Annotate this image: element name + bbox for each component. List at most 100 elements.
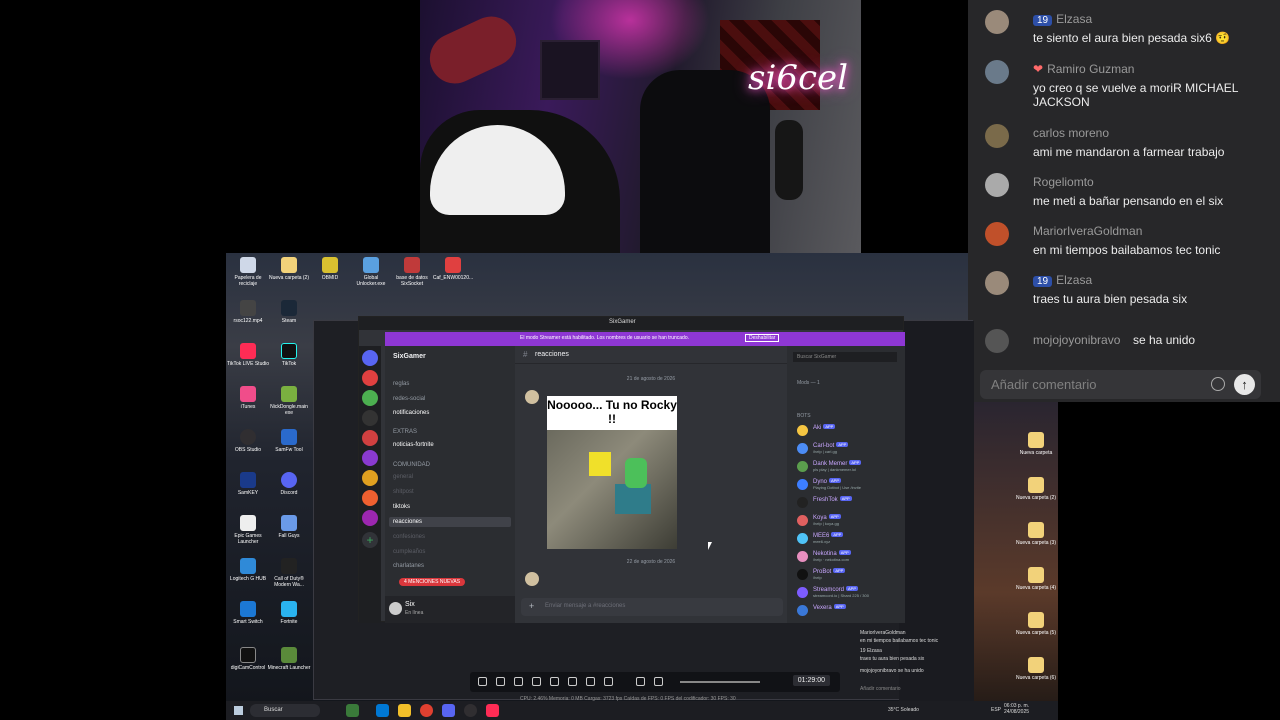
member-item[interactable]: MEE6 APP mee6.xyz [797, 532, 902, 546]
channel-item[interactable]: general [393, 474, 413, 480]
chat-username[interactable]: mojojoyonibravo [1033, 333, 1120, 347]
member-item[interactable]: Aki APP [797, 424, 902, 438]
chat-username[interactable]: Rogeliomto [1033, 175, 1094, 189]
volume-slider[interactable] [680, 681, 760, 683]
desktop-icon[interactable]: TikTok [267, 343, 311, 367]
search-input[interactable]: Buscar SixGamer [793, 352, 897, 362]
folder-icon[interactable]: Nueva carpeta (6) [1014, 657, 1058, 681]
windows-start-icon[interactable] [234, 706, 243, 715]
member-item[interactable]: Vexera APP [797, 604, 902, 618]
server-icon[interactable] [362, 510, 378, 526]
channel-item[interactable]: tiktoks [393, 504, 410, 510]
control-icon[interactable] [532, 677, 541, 686]
member-item[interactable]: Koya APP/help | koya.gg [797, 514, 902, 528]
channel-item[interactable]: notificaciones [393, 410, 429, 416]
control-icon[interactable] [514, 677, 523, 686]
folder-icon[interactable] [398, 704, 411, 717]
chat-username[interactable]: Ramiro Guzman [1047, 62, 1134, 76]
chat-username[interactable]: Elzasa [1056, 273, 1092, 287]
clock[interactable]: 06:03 p. m. 24/08/2025 [1004, 703, 1029, 715]
volume-icon[interactable] [654, 677, 663, 686]
desktop-icon[interactable]: Nueva carpeta (2) [267, 257, 311, 281]
channel-category[interactable]: EXTRAS [393, 429, 417, 435]
member-item[interactable]: Nekotina APP/help · nekotina.com [797, 550, 902, 564]
desktop-icon[interactable]: Papelera de reciclaje [226, 257, 270, 287]
control-icon[interactable] [568, 677, 577, 686]
control-icon[interactable] [604, 677, 613, 686]
channel-item[interactable]: cumpleaños [393, 549, 425, 555]
mixer-icon[interactable] [636, 677, 645, 686]
avatar[interactable] [525, 390, 539, 404]
control-icon[interactable] [496, 677, 505, 686]
home-icon[interactable] [362, 350, 378, 366]
folder-icon[interactable]: Nueva carpeta (5) [1014, 612, 1058, 636]
control-icon[interactable] [550, 677, 559, 686]
channel-item[interactable]: reglas [393, 381, 409, 387]
discord-icon[interactable] [442, 704, 455, 717]
desktop-icon[interactable]: iTunes [226, 386, 270, 410]
chrome-icon[interactable] [420, 704, 433, 717]
message-input[interactable]: + Enviar mensaje a #reacciones [521, 598, 783, 616]
disable-button[interactable]: Deshabilitar [745, 334, 780, 342]
chat-username[interactable]: carlos moreno [1033, 126, 1109, 140]
desktop-icon[interactable]: base de datos SixSocket [390, 257, 434, 287]
channel-item[interactable]: charlatanes [393, 563, 424, 569]
member-item[interactable]: Dank Memer APP pls play | dankmemer.lol [797, 460, 902, 474]
add-server-icon[interactable]: + [362, 532, 378, 548]
member-item[interactable]: Streamcord APP streamcord.io | Shard 225 /… [797, 586, 902, 600]
channel-item-selected[interactable]: reacciones [389, 517, 511, 527]
chat-username[interactable]: MariorIveraGoldman [1033, 224, 1142, 238]
desktop-icon[interactable]: TikTok LIVE Studio [226, 343, 270, 367]
desktop-icon[interactable]: SamKEY [226, 472, 270, 496]
desktop-icon[interactable]: NickDongle.main exe [267, 386, 311, 416]
discord-window[interactable]: SixGamer El modo Streamer está habilitad… [358, 316, 905, 623]
member-item[interactable]: Dyno APP Playing Dotbot | Use /invite [797, 478, 902, 492]
member-item[interactable]: FreshTok APP [797, 496, 902, 510]
desktop-icon[interactable]: Global Unlocker.exe [349, 257, 393, 287]
server-icon[interactable] [362, 470, 378, 486]
meme-image[interactable]: Nooooo... Tu no Rocky !! [547, 396, 677, 549]
folder-icon[interactable]: Nueva carpeta [1014, 432, 1058, 456]
taskbar-search[interactable]: Buscar [250, 704, 320, 717]
obs-icon[interactable] [464, 704, 477, 717]
desktop-icon[interactable]: Fall Guys [267, 515, 311, 539]
server-icon[interactable] [362, 430, 378, 446]
folder-icon[interactable]: Nueva carpeta (4) [1014, 567, 1058, 591]
taskbar-app-icon[interactable] [376, 704, 389, 717]
server-icon[interactable] [362, 490, 378, 506]
emoji-icon[interactable] [1211, 377, 1225, 391]
tiktok-icon[interactable] [486, 704, 499, 717]
folder-icon[interactable]: Nueva carpeta (3) [1014, 522, 1058, 546]
studio-comment-input[interactable]: Añadir comentario [860, 686, 901, 692]
server-icon[interactable] [362, 450, 378, 466]
desktop-icon[interactable]: Call of Duty® Modern Wa... [267, 558, 311, 588]
desktop-icon[interactable]: rsoc122.mp4 [226, 300, 270, 324]
desktop-icon[interactable]: Caf_ENW00120... [431, 257, 475, 281]
comment-input[interactable]: Añadir comentario ↑ [980, 370, 1261, 399]
plus-icon[interactable]: + [529, 601, 534, 611]
server-name[interactable]: SixGamer [393, 353, 426, 360]
desktop-icon[interactable]: Discord [267, 472, 311, 496]
avatar[interactable] [389, 602, 402, 615]
weather-widget[interactable]: 35°C Soleado [888, 707, 919, 713]
control-icon[interactable] [478, 677, 487, 686]
desktop-icon[interactable]: Steam [267, 300, 311, 324]
control-icon[interactable] [586, 677, 595, 686]
member-item[interactable]: Carl-bot APP/help | carl.gg [797, 442, 902, 456]
desktop-icon[interactable]: digiCamControl [226, 647, 270, 671]
send-button[interactable]: ↑ [1234, 374, 1255, 395]
desktop-icon[interactable]: SamFw Tool [267, 429, 311, 453]
taskbar-app-icon[interactable] [346, 704, 359, 717]
desktop-icon[interactable]: Smart Switch [226, 601, 270, 625]
member-item[interactable]: ProBot APP/help [797, 568, 902, 582]
desktop-icon[interactable]: OBS Studio [226, 429, 270, 453]
channel-item[interactable]: noticias-fortnite [393, 442, 434, 448]
channel-item[interactable]: confesiones [393, 534, 425, 540]
new-mentions-pill[interactable]: 4 MENCIONES NUEVAS [399, 578, 466, 586]
folder-icon[interactable]: Nueva carpeta (2) [1014, 477, 1058, 501]
server-icon[interactable] [362, 370, 378, 386]
channel-item[interactable]: redes-social [393, 396, 425, 402]
desktop-icon[interactable]: Logitech G HUB [226, 558, 270, 582]
server-icon[interactable] [362, 390, 378, 406]
desktop-icon[interactable]: Epic Games Launcher [226, 515, 270, 545]
